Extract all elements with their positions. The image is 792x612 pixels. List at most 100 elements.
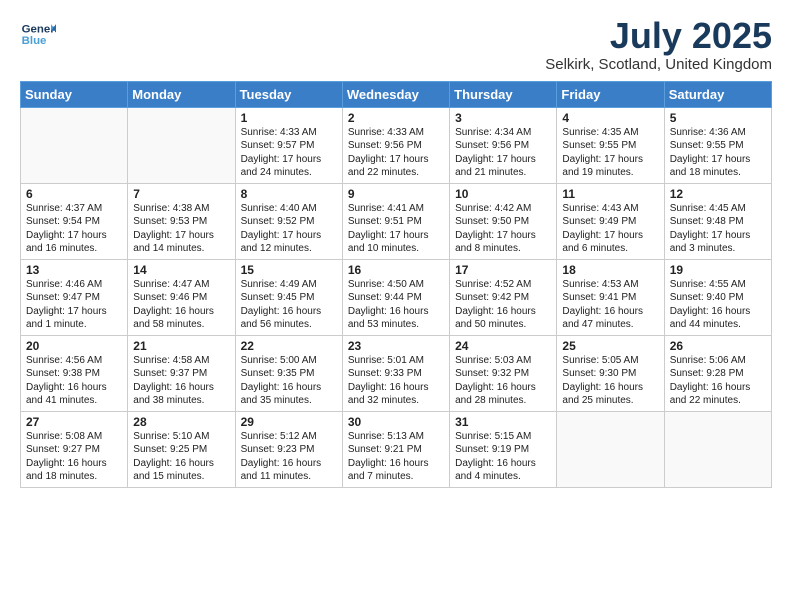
day-number: 18 [562,263,658,277]
header-row: Sunday Monday Tuesday Wednesday Thursday… [21,81,772,107]
logo: General Blue [20,16,56,52]
day-info: Sunrise: 4:35 AM Sunset: 9:55 PM Dayligh… [562,126,658,180]
day-number: 19 [670,263,766,277]
col-friday: Friday [557,81,664,107]
day-number: 7 [133,187,229,201]
day-cell: 31Sunrise: 5:15 AM Sunset: 9:19 PM Dayli… [450,411,557,487]
day-info: Sunrise: 4:47 AM Sunset: 9:46 PM Dayligh… [133,278,229,332]
day-number: 22 [241,339,337,353]
day-number: 1 [241,111,337,125]
col-saturday: Saturday [664,81,771,107]
day-number: 3 [455,111,551,125]
svg-text:General: General [22,23,56,35]
col-sunday: Sunday [21,81,128,107]
day-cell: 16Sunrise: 4:50 AM Sunset: 9:44 PM Dayli… [342,259,449,335]
week-row-0: 1Sunrise: 4:33 AM Sunset: 9:57 PM Daylig… [21,107,772,183]
day-cell: 15Sunrise: 4:49 AM Sunset: 9:45 PM Dayli… [235,259,342,335]
day-cell: 3Sunrise: 4:34 AM Sunset: 9:56 PM Daylig… [450,107,557,183]
day-cell: 30Sunrise: 5:13 AM Sunset: 9:21 PM Dayli… [342,411,449,487]
day-number: 10 [455,187,551,201]
day-number: 29 [241,415,337,429]
day-info: Sunrise: 5:06 AM Sunset: 9:28 PM Dayligh… [670,354,766,408]
svg-text:Blue: Blue [22,35,47,47]
day-cell: 29Sunrise: 5:12 AM Sunset: 9:23 PM Dayli… [235,411,342,487]
day-number: 11 [562,187,658,201]
day-cell: 28Sunrise: 5:10 AM Sunset: 9:25 PM Dayli… [128,411,235,487]
day-number: 23 [348,339,444,353]
location: Selkirk, Scotland, United Kingdom [545,56,772,73]
day-number: 30 [348,415,444,429]
week-row-4: 27Sunrise: 5:08 AM Sunset: 9:27 PM Dayli… [21,411,772,487]
day-info: Sunrise: 4:55 AM Sunset: 9:40 PM Dayligh… [670,278,766,332]
day-info: Sunrise: 4:46 AM Sunset: 9:47 PM Dayligh… [26,278,122,332]
day-info: Sunrise: 5:03 AM Sunset: 9:32 PM Dayligh… [455,354,551,408]
day-cell: 4Sunrise: 4:35 AM Sunset: 9:55 PM Daylig… [557,107,664,183]
day-info: Sunrise: 4:34 AM Sunset: 9:56 PM Dayligh… [455,126,551,180]
day-cell: 10Sunrise: 4:42 AM Sunset: 9:50 PM Dayli… [450,183,557,259]
month-year: July 2025 [545,16,772,56]
day-number: 27 [26,415,122,429]
day-info: Sunrise: 4:58 AM Sunset: 9:37 PM Dayligh… [133,354,229,408]
day-info: Sunrise: 5:00 AM Sunset: 9:35 PM Dayligh… [241,354,337,408]
week-row-1: 6Sunrise: 4:37 AM Sunset: 9:54 PM Daylig… [21,183,772,259]
day-cell [664,411,771,487]
day-number: 24 [455,339,551,353]
day-cell: 12Sunrise: 4:45 AM Sunset: 9:48 PM Dayli… [664,183,771,259]
day-cell: 2Sunrise: 4:33 AM Sunset: 9:56 PM Daylig… [342,107,449,183]
day-cell: 22Sunrise: 5:00 AM Sunset: 9:35 PM Dayli… [235,335,342,411]
day-number: 14 [133,263,229,277]
day-info: Sunrise: 4:33 AM Sunset: 9:56 PM Dayligh… [348,126,444,180]
day-info: Sunrise: 4:37 AM Sunset: 9:54 PM Dayligh… [26,202,122,256]
col-tuesday: Tuesday [235,81,342,107]
page: General Blue July 2025 Selkirk, Scotland… [0,0,792,612]
day-number: 13 [26,263,122,277]
day-info: Sunrise: 4:56 AM Sunset: 9:38 PM Dayligh… [26,354,122,408]
day-cell: 26Sunrise: 5:06 AM Sunset: 9:28 PM Dayli… [664,335,771,411]
week-row-3: 20Sunrise: 4:56 AM Sunset: 9:38 PM Dayli… [21,335,772,411]
day-cell [21,107,128,183]
day-info: Sunrise: 5:05 AM Sunset: 9:30 PM Dayligh… [562,354,658,408]
day-info: Sunrise: 4:52 AM Sunset: 9:42 PM Dayligh… [455,278,551,332]
day-cell: 23Sunrise: 5:01 AM Sunset: 9:33 PM Dayli… [342,335,449,411]
day-info: Sunrise: 4:43 AM Sunset: 9:49 PM Dayligh… [562,202,658,256]
day-cell: 9Sunrise: 4:41 AM Sunset: 9:51 PM Daylig… [342,183,449,259]
day-info: Sunrise: 5:12 AM Sunset: 9:23 PM Dayligh… [241,430,337,484]
day-info: Sunrise: 4:50 AM Sunset: 9:44 PM Dayligh… [348,278,444,332]
day-cell: 13Sunrise: 4:46 AM Sunset: 9:47 PM Dayli… [21,259,128,335]
day-cell [557,411,664,487]
header: General Blue July 2025 Selkirk, Scotland… [20,16,772,73]
col-wednesday: Wednesday [342,81,449,107]
day-cell: 19Sunrise: 4:55 AM Sunset: 9:40 PM Dayli… [664,259,771,335]
day-cell: 14Sunrise: 4:47 AM Sunset: 9:46 PM Dayli… [128,259,235,335]
day-info: Sunrise: 4:38 AM Sunset: 9:53 PM Dayligh… [133,202,229,256]
day-info: Sunrise: 5:08 AM Sunset: 9:27 PM Dayligh… [26,430,122,484]
day-cell: 8Sunrise: 4:40 AM Sunset: 9:52 PM Daylig… [235,183,342,259]
day-cell: 7Sunrise: 4:38 AM Sunset: 9:53 PM Daylig… [128,183,235,259]
calendar: Sunday Monday Tuesday Wednesday Thursday… [20,81,772,488]
day-cell: 5Sunrise: 4:36 AM Sunset: 9:55 PM Daylig… [664,107,771,183]
day-number: 31 [455,415,551,429]
day-cell: 6Sunrise: 4:37 AM Sunset: 9:54 PM Daylig… [21,183,128,259]
title-block: July 2025 Selkirk, Scotland, United King… [545,16,772,73]
day-cell: 18Sunrise: 4:53 AM Sunset: 9:41 PM Dayli… [557,259,664,335]
day-info: Sunrise: 5:13 AM Sunset: 9:21 PM Dayligh… [348,430,444,484]
day-info: Sunrise: 4:49 AM Sunset: 9:45 PM Dayligh… [241,278,337,332]
day-cell: 27Sunrise: 5:08 AM Sunset: 9:27 PM Dayli… [21,411,128,487]
col-monday: Monday [128,81,235,107]
day-info: Sunrise: 4:36 AM Sunset: 9:55 PM Dayligh… [670,126,766,180]
day-cell: 20Sunrise: 4:56 AM Sunset: 9:38 PM Dayli… [21,335,128,411]
day-cell: 11Sunrise: 4:43 AM Sunset: 9:49 PM Dayli… [557,183,664,259]
day-number: 16 [348,263,444,277]
day-cell: 21Sunrise: 4:58 AM Sunset: 9:37 PM Dayli… [128,335,235,411]
day-cell: 1Sunrise: 4:33 AM Sunset: 9:57 PM Daylig… [235,107,342,183]
day-info: Sunrise: 4:42 AM Sunset: 9:50 PM Dayligh… [455,202,551,256]
day-info: Sunrise: 4:33 AM Sunset: 9:57 PM Dayligh… [241,126,337,180]
logo-icon: General Blue [20,16,56,52]
day-number: 21 [133,339,229,353]
day-number: 25 [562,339,658,353]
day-cell: 17Sunrise: 4:52 AM Sunset: 9:42 PM Dayli… [450,259,557,335]
day-number: 8 [241,187,337,201]
day-cell: 24Sunrise: 5:03 AM Sunset: 9:32 PM Dayli… [450,335,557,411]
day-number: 9 [348,187,444,201]
day-number: 6 [26,187,122,201]
